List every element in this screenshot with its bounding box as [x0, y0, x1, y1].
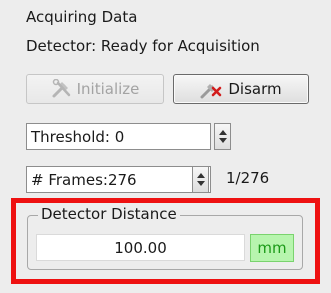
threshold-stepper[interactable]: [214, 123, 231, 150]
unit-label: mm: [250, 234, 294, 262]
detector-distance-title: Detector Distance: [38, 205, 180, 223]
threshold-value: Threshold: 0: [31, 127, 125, 146]
detector-status: Detector: Ready for Acquisition: [26, 37, 260, 55]
disarm-button[interactable]: Disarm: [173, 74, 309, 104]
initialize-button[interactable]: Initialize: [26, 74, 164, 104]
frames-stepper[interactable]: [192, 166, 209, 193]
wrench-hammer-icon: [51, 79, 73, 99]
frames-spinbox[interactable]: # Frames:276: [26, 166, 211, 193]
disarm-label: Disarm: [228, 80, 282, 98]
frames-value: # Frames:276: [31, 170, 137, 189]
disarm-icon: [200, 79, 224, 99]
frames-count: 1/276: [226, 169, 270, 187]
up-arrow-icon[interactable]: [196, 173, 205, 178]
initialize-label: Initialize: [76, 80, 140, 98]
down-arrow-icon[interactable]: [196, 181, 205, 186]
acquisition-status: Acquiring Data: [26, 8, 138, 26]
detector-distance-field[interactable]: 100.00: [36, 234, 245, 261]
threshold-spinbox[interactable]: Threshold: 0: [26, 123, 211, 150]
down-arrow-icon[interactable]: [218, 138, 227, 143]
up-arrow-icon[interactable]: [218, 130, 227, 135]
